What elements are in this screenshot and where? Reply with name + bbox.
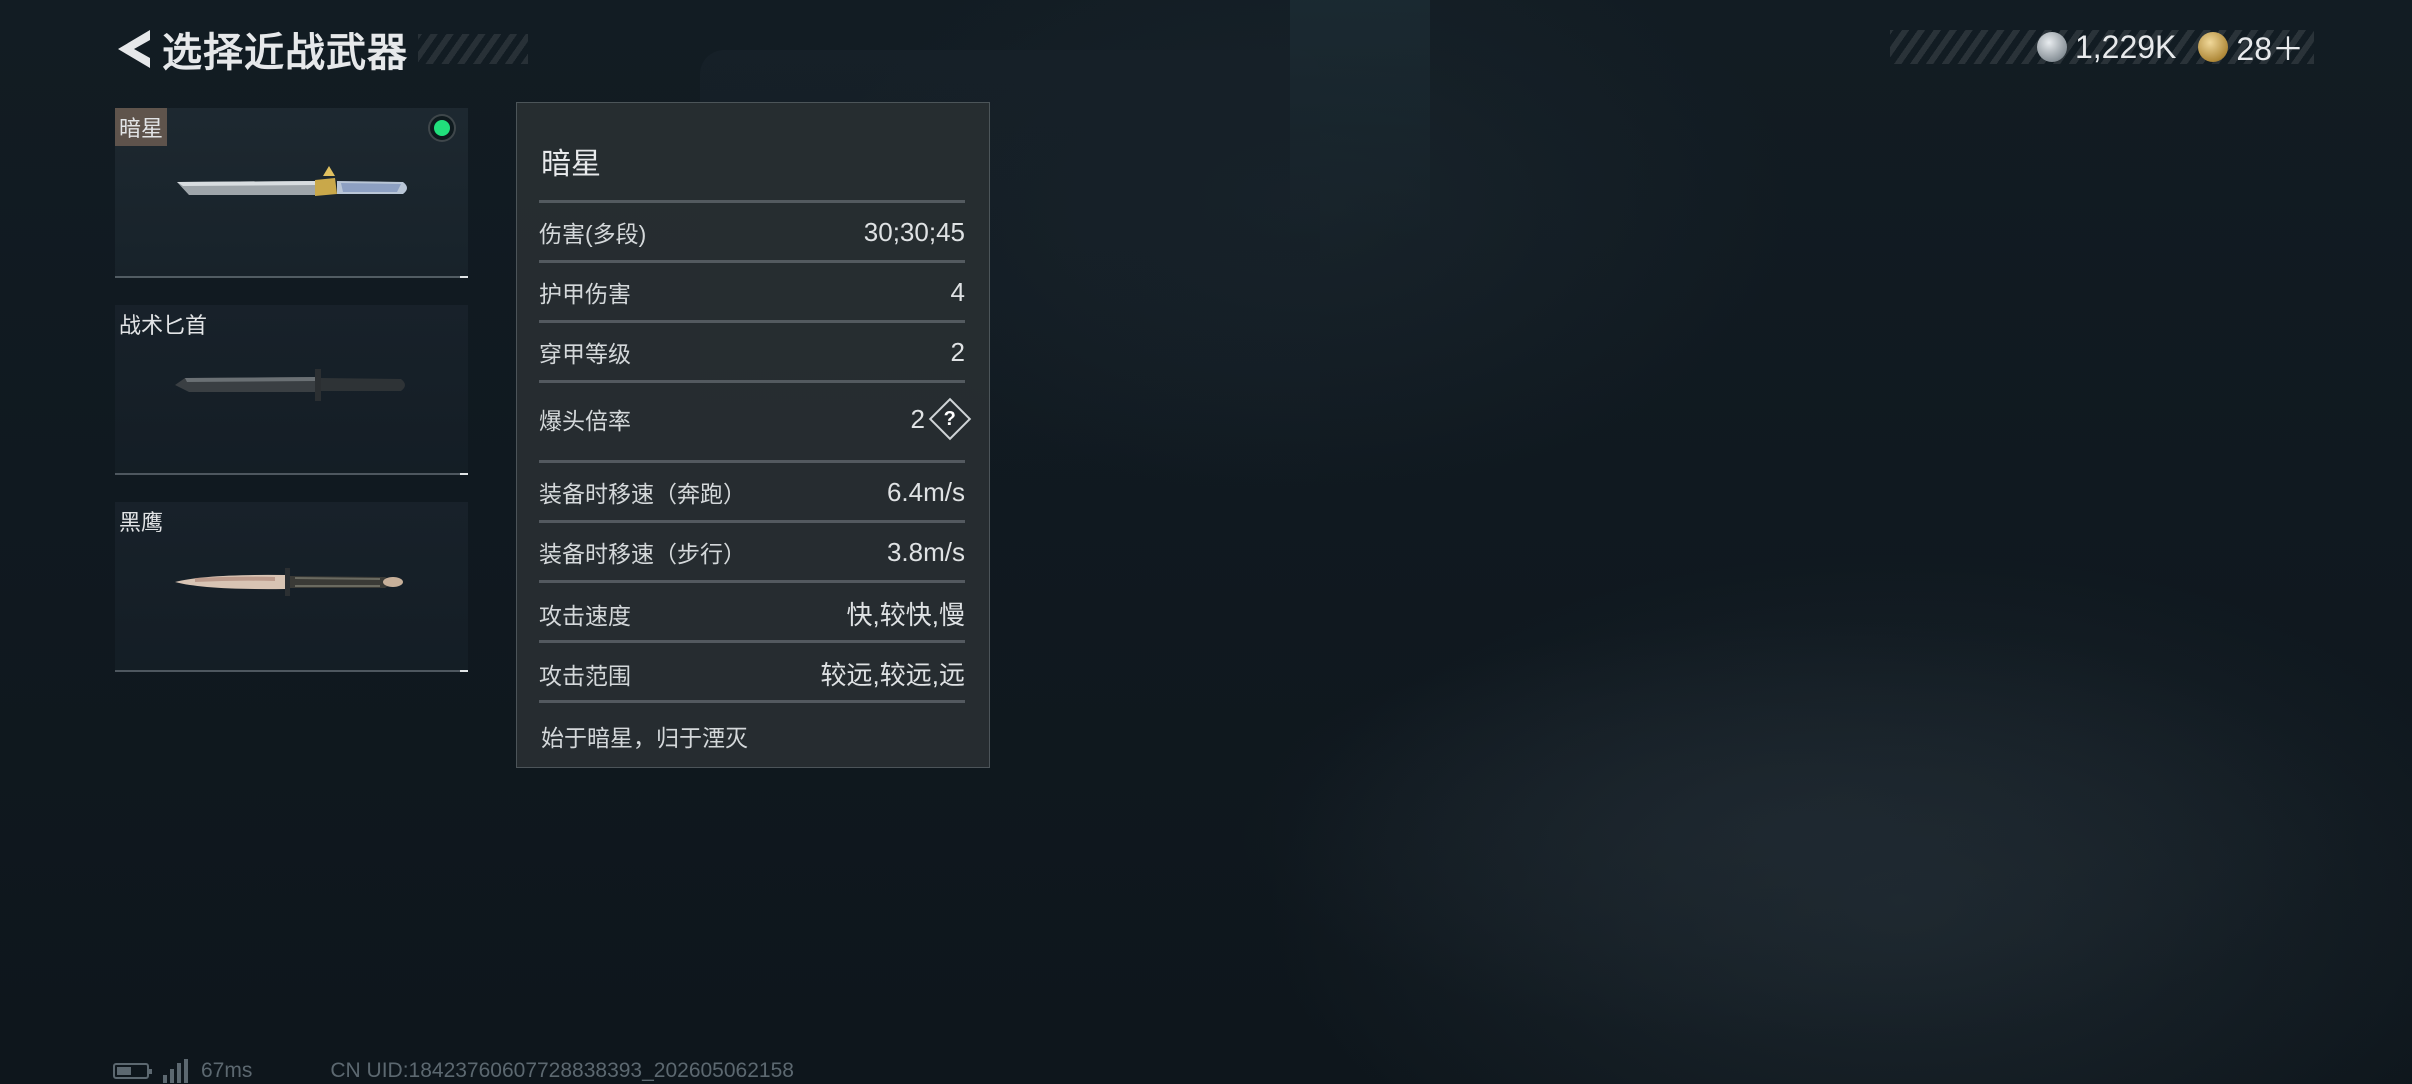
stat-value: 6.4m/s xyxy=(886,476,965,507)
battery-icon xyxy=(113,1063,152,1079)
knife-icon xyxy=(175,568,403,596)
background-pillar xyxy=(1290,0,1430,240)
divider xyxy=(539,580,965,583)
divider xyxy=(539,640,965,643)
weapon-card-anxing[interactable]: 暗星 xyxy=(115,108,468,278)
title-decoration xyxy=(418,34,528,64)
stat-label: 穿甲等级 xyxy=(539,341,631,367)
stat-row-penetration: 穿甲等级 2 xyxy=(539,335,965,369)
divider xyxy=(539,260,965,263)
knife-icon xyxy=(177,166,407,196)
status-footer: 67ms CN UID:18423760607728838393_2026050… xyxy=(113,1058,794,1084)
weapon-name: 暗星 xyxy=(115,108,168,146)
card-corner-mark xyxy=(460,473,468,475)
help-icon-label: ? xyxy=(943,407,957,430)
page-title: 选择近战武器 xyxy=(162,31,408,75)
stat-value: 2 xyxy=(950,336,965,367)
card-corner-mark xyxy=(460,670,468,672)
stat-value: 快,较快,慢 xyxy=(846,600,965,630)
help-icon[interactable]: ? xyxy=(928,397,972,441)
stat-row-walk-speed: 装备时移速（步行） 3.8m/s xyxy=(539,535,965,569)
detail-title: 暗星 xyxy=(541,148,601,181)
divider xyxy=(539,200,965,203)
divider xyxy=(539,380,965,383)
stat-value: 4 xyxy=(950,276,965,307)
currency-bar: 1,229K 28＋ xyxy=(1890,28,2314,67)
weapon-card-black-hawk[interactable]: 黑鹰 xyxy=(115,502,468,672)
stat-row-damage: 伤害(多段) 30;30;45 xyxy=(539,215,965,249)
gold-amount: 28＋ xyxy=(2236,31,2304,67)
signal-icon xyxy=(163,1059,191,1083)
weapon-name: 战术匕首 xyxy=(119,313,208,338)
stat-value: 较远,较远,远 xyxy=(820,660,965,690)
back-arrow-icon xyxy=(118,30,150,68)
stat-value: 2 xyxy=(910,403,925,434)
stat-value-group: 2 ? xyxy=(910,397,972,441)
back-button[interactable] xyxy=(112,24,156,74)
stat-label: 护甲伤害 xyxy=(539,281,631,307)
stat-label: 攻击速度 xyxy=(539,602,631,629)
card-corner-mark xyxy=(460,276,468,278)
stat-row-armor-damage: 护甲伤害 4 xyxy=(539,275,965,309)
uid-text: CN UID:18423760607728838393_202605062158 xyxy=(330,1059,794,1082)
divider xyxy=(539,320,965,323)
stat-label: 装备时移速（步行） xyxy=(539,541,746,567)
currency-gold[interactable]: 28＋ xyxy=(2198,24,2304,70)
gold-coin-icon xyxy=(2198,32,2229,62)
ping-value: 67ms xyxy=(201,1059,253,1082)
background-floor xyxy=(900,480,2412,1084)
divider xyxy=(539,700,965,703)
stat-label: 装备时移速（奔跑） xyxy=(539,481,746,507)
weapon-description: 始于暗星，归于湮灭 xyxy=(541,725,748,751)
stat-row-attack-speed: 攻击速度 快,较快,慢 xyxy=(539,595,965,632)
silver-amount: 1,229K xyxy=(2074,28,2177,65)
stat-row-run-speed: 装备时移速（奔跑） 6.4m/s xyxy=(539,475,965,509)
equipped-indicator xyxy=(428,114,456,142)
divider xyxy=(539,520,965,523)
stat-row-headshot: 爆头倍率 2 ? xyxy=(539,397,972,441)
stat-label: 伤害(多段) xyxy=(539,221,647,247)
stat-row-attack-range: 攻击范围 较远,较远,远 xyxy=(539,655,965,692)
header: 选择近战武器 xyxy=(112,24,528,75)
stat-value: 30;30;45 xyxy=(863,216,965,247)
divider xyxy=(539,460,965,463)
weapon-name: 黑鹰 xyxy=(119,510,164,535)
stat-value: 3.8m/s xyxy=(886,536,965,567)
currency-silver[interactable]: 1,229K xyxy=(2036,28,2177,66)
weapon-card-tactical-dagger[interactable]: 战术匕首 xyxy=(115,305,468,475)
knife-icon xyxy=(175,369,405,401)
stat-label: 攻击范围 xyxy=(539,662,631,689)
stat-label: 爆头倍率 xyxy=(539,408,631,434)
silver-coin-icon xyxy=(2036,32,2067,62)
weapon-detail-panel: 暗星 伤害(多段) 30;30;45 护甲伤害 4 穿甲等级 2 爆头倍率 2 … xyxy=(516,102,990,768)
